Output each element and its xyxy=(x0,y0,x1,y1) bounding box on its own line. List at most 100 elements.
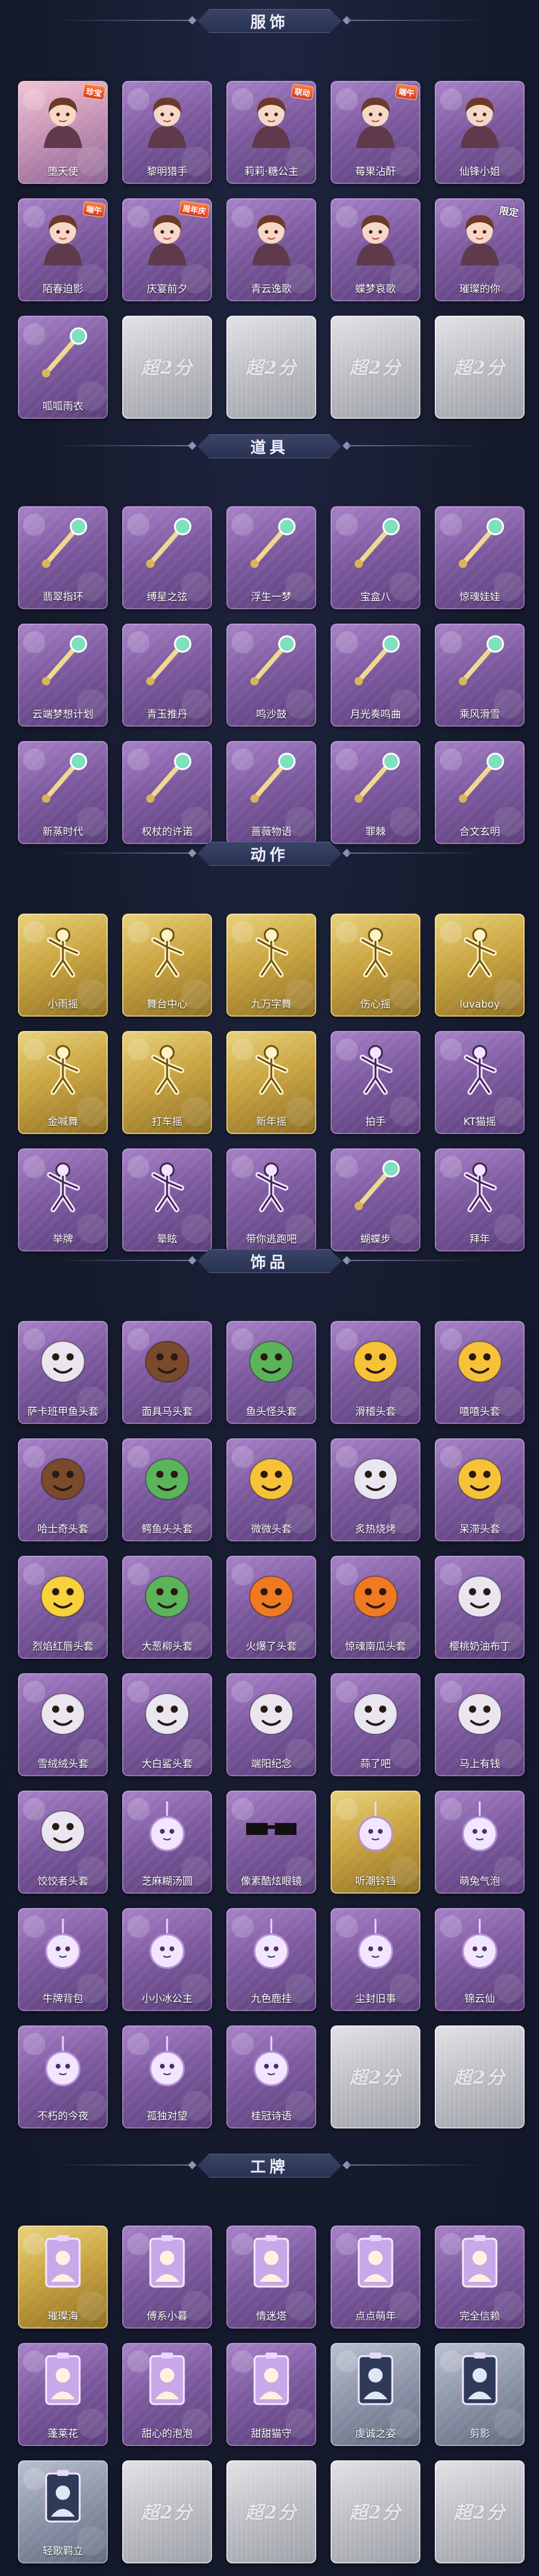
item-card[interactable]: 拜年 xyxy=(435,1148,525,1251)
item-card[interactable]: 舞台中心 xyxy=(122,914,212,1017)
item-card[interactable]: 听潮铃铛 xyxy=(331,1791,420,1894)
item-card[interactable]: 像素酷炫眼镜 xyxy=(226,1791,316,1894)
item-card[interactable]: 罪棘 xyxy=(331,741,420,844)
item-card[interactable]: 小雨摇 xyxy=(18,914,108,1017)
item-card[interactable]: 伤心摇 xyxy=(331,914,420,1017)
item-card[interactable]: 拍手 xyxy=(331,1031,420,1134)
item-card[interactable]: 黎明猎手 xyxy=(122,81,212,184)
item-card[interactable]: 马上有钱 xyxy=(435,1673,525,1776)
item-card[interactable]: 大白鲨头套 xyxy=(122,1673,212,1776)
empty-slot[interactable]: 超2分 xyxy=(331,2460,420,2563)
empty-slot[interactable]: 超2分 xyxy=(331,316,420,419)
item-card[interactable]: 雪绒绒头套 xyxy=(18,1673,108,1776)
item-card[interactable]: 联动 莉莉·糖公主 xyxy=(226,81,316,184)
item-card[interactable]: 带你逃跑吧 xyxy=(226,1148,316,1251)
item-card[interactable]: 虔诚之姿 xyxy=(331,2343,420,2446)
item-card[interactable]: 惊魂南瓜头套 xyxy=(331,1556,420,1659)
item-card[interactable]: luvaboy xyxy=(435,914,525,1017)
empty-slot[interactable]: 超2分 xyxy=(226,2460,316,2563)
item-card[interactable]: 不朽的今夜 xyxy=(18,2025,108,2128)
item-card[interactable]: 点点萌年 xyxy=(331,2226,420,2329)
item-card[interactable]: 小小冰公主 xyxy=(122,1908,212,2011)
item-card[interactable]: 桂冠诗语 xyxy=(226,2025,316,2128)
item-card[interactable]: 惊魂娃娃 xyxy=(435,506,525,609)
item-card[interactable]: 浮生一梦 xyxy=(226,506,316,609)
empty-slot[interactable]: 超2分 xyxy=(226,316,316,419)
item-card[interactable]: 锦云仙 xyxy=(435,1908,525,2011)
item-card[interactable]: 限定 璀璨的你 xyxy=(435,198,525,301)
item-card[interactable]: 端午 陌春迫影 xyxy=(18,198,108,301)
item-card[interactable]: 火爆了头套 xyxy=(226,1556,316,1659)
item-card[interactable]: 蔷薇物语 xyxy=(226,741,316,844)
item-card[interactable]: 金喊舞 xyxy=(18,1031,108,1134)
item-card[interactable]: 萨卡班甲鱼头套 xyxy=(18,1321,108,1424)
empty-slot[interactable]: 超2分 xyxy=(435,2460,525,2563)
item-card[interactable]: 樱桃奶油布丁 xyxy=(435,1556,525,1659)
item-card[interactable]: 云端梦想计划 xyxy=(18,624,108,727)
item-card[interactable]: 翡翠指环 xyxy=(18,506,108,609)
item-card[interactable]: 乘风滑雪 xyxy=(435,624,525,727)
thorn-spear-icon xyxy=(346,749,405,809)
item-card[interactable]: 九色鹿挂 xyxy=(226,1908,316,2011)
item-card[interactable]: 面具马头套 xyxy=(122,1321,212,1424)
item-card[interactable]: 哈士奇头套 xyxy=(18,1438,108,1541)
item-card[interactable]: 权杖的许诺 xyxy=(122,741,212,844)
item-card[interactable]: 新蒸时代 xyxy=(18,741,108,844)
item-card[interactable]: 蒜了吧 xyxy=(331,1673,420,1776)
item-card[interactable]: 端午 莓果沾酐 xyxy=(331,81,420,184)
item-card[interactable]: 完全信赖 xyxy=(435,2226,525,2329)
item-card[interactable]: 呆滞头套 xyxy=(435,1438,525,1541)
item-card[interactable]: 尘封旧事 xyxy=(331,1908,420,2011)
item-card[interactable]: 烈焰红唇头套 xyxy=(18,1556,108,1659)
item-card[interactable]: 剪影 xyxy=(435,2343,525,2446)
item-card[interactable]: 蝶梦哀歌 xyxy=(331,198,420,301)
item-card[interactable]: 蝴蝶步 xyxy=(331,1148,420,1251)
item-card[interactable]: 璀璨海 xyxy=(18,2226,108,2329)
empty-slot[interactable]: 超2分 xyxy=(331,2025,420,2128)
item-card[interactable]: 珍宝 堕天使 xyxy=(18,81,108,184)
item-card[interactable]: 举牌 xyxy=(18,1148,108,1251)
item-card[interactable]: 饺饺者头套 xyxy=(18,1791,108,1894)
item-card[interactable]: 新年摇 xyxy=(226,1031,316,1134)
item-card[interactable]: KT猫摇 xyxy=(435,1031,525,1134)
item-card[interactable]: 甜甜猫守 xyxy=(226,2343,316,2446)
item-card[interactable]: 炙热烧烤 xyxy=(331,1438,420,1541)
item-card[interactable]: 端阳纪念 xyxy=(226,1673,316,1776)
empty-slot[interactable]: 超2分 xyxy=(435,2025,525,2128)
item-card[interactable]: 嘻嘻头套 xyxy=(435,1321,525,1424)
item-card[interactable]: 孤独对望 xyxy=(122,2025,212,2128)
empty-slot[interactable]: 超2分 xyxy=(122,316,212,419)
item-card[interactable]: 青云逸歌 xyxy=(226,198,316,301)
item-card[interactable]: 月光奏鸣曲 xyxy=(331,624,420,727)
header-divider-right xyxy=(347,20,485,21)
item-card[interactable]: 轻歌羁立 xyxy=(18,2460,108,2563)
item-card[interactable]: 晕眩 xyxy=(122,1148,212,1251)
item-card[interactable]: 鱼头怪头套 xyxy=(226,1321,316,1424)
item-card[interactable]: 缚星之弦 xyxy=(122,506,212,609)
item-card[interactable]: 合文玄明 xyxy=(435,741,525,844)
scepter-icon xyxy=(137,749,197,809)
item-card[interactable]: 大葱柳头套 xyxy=(122,1556,212,1659)
empty-slot[interactable]: 超2分 xyxy=(435,316,525,419)
empty-slot[interactable]: 超2分 xyxy=(122,2460,212,2563)
item-card[interactable]: 九万字舞 xyxy=(226,914,316,1017)
item-card[interactable]: 周年庆 庆宴前夕 xyxy=(122,198,212,301)
item-card[interactable]: 微微头套 xyxy=(226,1438,316,1541)
item-card[interactable]: 呱呱雨衣 xyxy=(18,316,108,419)
item-card[interactable]: 牛牌背包 xyxy=(18,1908,108,2011)
item-card[interactable]: 芝麻糊汤圆 xyxy=(122,1791,212,1894)
item-card[interactable]: 傅系小暮 xyxy=(122,2226,212,2329)
item-card[interactable]: 鳄鱼头头套 xyxy=(122,1438,212,1541)
item-card[interactable]: 青玉推丹 xyxy=(122,624,212,727)
item-card[interactable]: 蓬莱花 xyxy=(18,2343,108,2446)
item-card[interactable]: 情迷塔 xyxy=(226,2226,316,2329)
item-card[interactable]: 打车摇 xyxy=(122,1031,212,1134)
item-card[interactable]: 宝盒八 xyxy=(331,506,420,609)
pumpkin-head-icon xyxy=(346,1564,405,1624)
item-card[interactable]: 萌兔气泡 xyxy=(435,1791,525,1894)
item-card[interactable]: 甜心的泡泡 xyxy=(122,2343,212,2446)
item-card[interactable]: 鸣沙鼓 xyxy=(226,624,316,727)
butterfly-costume-icon xyxy=(346,207,405,267)
item-card[interactable]: 仙锋小姐 xyxy=(435,81,525,184)
item-card[interactable]: 滑稽头套 xyxy=(331,1321,420,1424)
